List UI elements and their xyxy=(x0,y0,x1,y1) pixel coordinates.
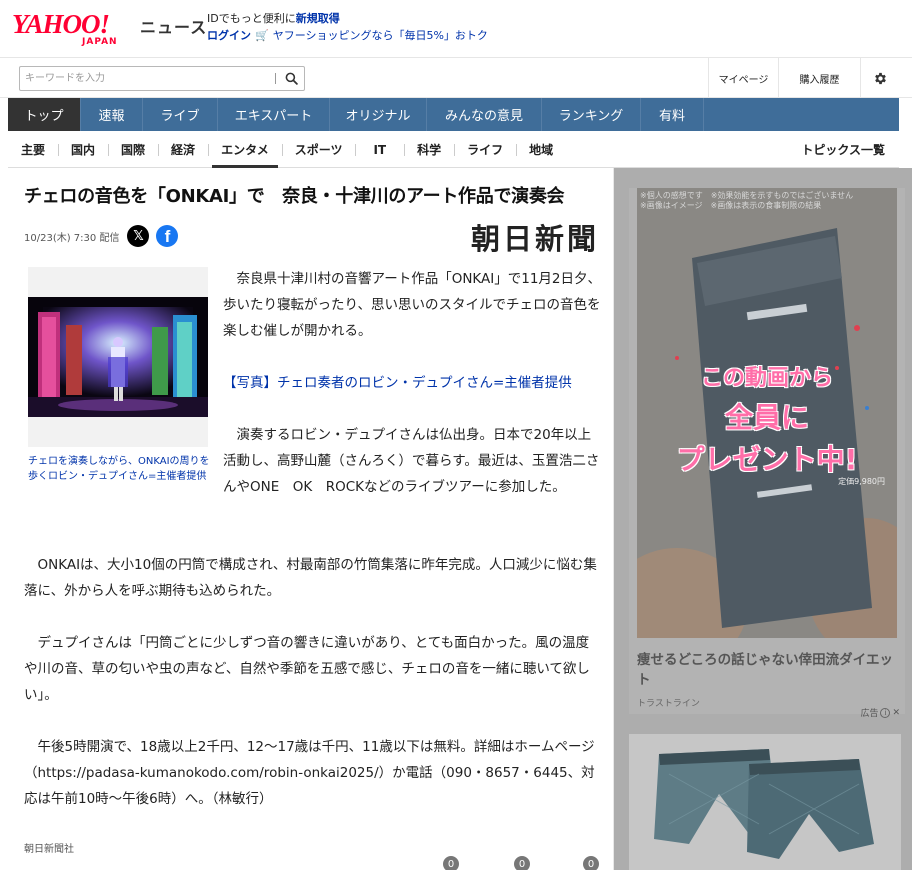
nav-ranking[interactable]: ランキング xyxy=(542,98,641,131)
nav-top[interactable]: トップ xyxy=(8,98,81,131)
article-meta: 10/23(木) 7:30 配信 𝕏 f xyxy=(24,223,179,249)
ad-label-text-1: 広告 xyxy=(860,709,879,719)
ad-close-icon: ✕ xyxy=(892,707,900,718)
logo-news-text[interactable]: ニュース xyxy=(140,14,207,38)
search-input[interactable] xyxy=(20,67,275,90)
x-share-icon[interactable]: 𝕏 xyxy=(127,225,150,247)
top-header: YAHOO! JAPAN ニュース IDでもっと便利に新規取得 ログイン 🛒 ヤ… xyxy=(0,0,912,58)
subnav-entertainment[interactable]: エンタメ xyxy=(208,131,282,168)
article: チェロの音色を「ONKAI」で 奈良・十津川のアート作品で演奏会 10/23(木… xyxy=(8,168,614,870)
subnav-economy[interactable]: 経済 xyxy=(158,131,208,168)
ad-title-1[interactable]: 痩せるどころの話じゃない倖田流ダイエット xyxy=(637,650,895,690)
topics-all-link[interactable]: トピックス一覧 xyxy=(801,131,885,168)
article-title: チェロの音色を「ONKAI」で 奈良・十津川のアート作品で演奏会 xyxy=(24,186,565,207)
logo-yahoo-text: YAHOO! xyxy=(12,9,110,39)
ad-headline-3: プレゼント中! xyxy=(676,443,858,476)
ad-price: 定価9,980円 xyxy=(838,477,885,486)
article-paragraph-1: 奈良県十津川村の音響アート作品「ONKAI」で11月2日夕、歩いたり寝転がったり… xyxy=(223,271,602,339)
nav-opinions[interactable]: みんなの意見 xyxy=(427,98,542,131)
article-paragraph-4: デュプイさんは「円筒ごとに少しずつ音の響きに違いがあり、とても面白かった。風の温… xyxy=(24,635,590,703)
promo-text: IDでもっと便利に xyxy=(207,12,296,25)
reaction-count-1[interactable]: 0 xyxy=(443,856,459,870)
register-link[interactable]: 新規取得 xyxy=(296,12,340,25)
ad-image-1[interactable]: ※個人の感想です ※効果効能を示すものではございません ※画像はイメージ ※画像… xyxy=(637,188,897,638)
subnav-domestic[interactable]: 国内 xyxy=(58,131,108,168)
article-paragraph-5: 午後5時開演で、18歳以上2千円、12～17歳は千円、11歳以下は無料。詳細はホ… xyxy=(24,739,595,807)
ad-sponsor-1[interactable]: トラストライン xyxy=(637,696,700,709)
ad-disclaimer-2: ※画像はイメージ ※画像は表示の食事制限の結果 xyxy=(640,201,822,210)
photo-link[interactable]: 【写真】チェロ奏者のロビン・デュプイさん=主催者提供 xyxy=(223,370,572,396)
shopping-promo-link[interactable]: ヤフーショッピングなら「毎日5%」おトク xyxy=(273,27,488,44)
article-photo[interactable] xyxy=(28,297,208,417)
subnav-it[interactable]: IT xyxy=(355,131,404,168)
search-divider xyxy=(275,73,276,84)
ad-column: ※個人の感想です ※効果効能を示すものではございません ※画像はイメージ ※画像… xyxy=(614,168,912,870)
mypage-link[interactable]: マイページ xyxy=(708,58,778,98)
nav-paid[interactable]: 有料 xyxy=(641,98,704,131)
purchase-history-link[interactable]: 購入履歴 xyxy=(778,58,860,98)
facebook-share-icon[interactable]: f xyxy=(156,225,179,247)
photo-caption-link[interactable]: チェロを演奏しながら、ONKAIの周りを歩くロビン・デュプイさん=主催者提供 xyxy=(28,454,213,484)
yahoo-logo[interactable]: YAHOO! JAPAN xyxy=(12,9,138,47)
promo-area: IDでもっと便利に新規取得 ログイン 🛒 ヤフーショッピングなら「毎日5%」おト… xyxy=(207,10,488,44)
nav-breaking[interactable]: 速報 xyxy=(81,98,143,131)
article-paragraph-2: 演奏するロビン・デュプイさんは仏出身。日本で20年以上活動し、高野山麓（さんろく… xyxy=(223,427,600,495)
nav-original[interactable]: オリジナル xyxy=(330,98,427,131)
subnav-sports[interactable]: スポーツ xyxy=(281,131,356,168)
logo-japan-text: JAPAN xyxy=(82,37,118,47)
subnav-region[interactable]: 地域 xyxy=(516,131,566,168)
ad-headline-1: この動画から xyxy=(700,366,833,391)
ad-unit-1[interactable]: ※個人の感想です ※効果効能を示すものではございません ※画像はイメージ ※画像… xyxy=(629,188,905,714)
publisher-logo[interactable]: 朝日新聞 xyxy=(471,216,599,258)
search-box xyxy=(19,66,305,91)
reaction-count-3[interactable]: 0 xyxy=(583,856,599,870)
subnav-main[interactable]: 主要 xyxy=(8,131,58,168)
photo-block[interactable] xyxy=(28,267,208,447)
subnav-life[interactable]: ライフ xyxy=(454,131,516,168)
search-icon xyxy=(285,72,298,85)
search-button[interactable] xyxy=(278,67,304,90)
article-date: 10/23(木) 7:30 xyxy=(24,232,97,244)
settings-button[interactable] xyxy=(860,58,900,98)
gear-icon xyxy=(875,72,886,84)
article-source: 朝日新聞社 xyxy=(24,844,74,855)
search-row: マイページ 購入履歴 xyxy=(0,58,912,98)
sub-nav: 主要 国内 国際 経済 エンタメ スポーツ IT 科学 ライフ 地域 トピックス… xyxy=(8,131,899,168)
reaction-count-2[interactable]: 0 xyxy=(514,856,530,870)
header-right-links: マイページ 購入履歴 xyxy=(708,58,900,98)
ad-headline-2: 全員に xyxy=(724,401,809,434)
ad-unit-2[interactable] xyxy=(629,734,901,870)
main-nav: トップ 速報 ライブ エキスパート オリジナル みんなの意見 ランキング 有料 xyxy=(8,98,899,131)
ad-info-icon: i xyxy=(880,707,891,718)
nav-expert[interactable]: エキスパート xyxy=(218,98,330,131)
article-paragraph-3: ONKAIは、大小10個の円筒で構成され、村最南部の竹筒集落に昨年完成。人口減少… xyxy=(24,557,597,599)
nav-live[interactable]: ライブ xyxy=(143,98,218,131)
subnav-international[interactable]: 国際 xyxy=(108,131,158,168)
cart-icon: 🛒 xyxy=(255,29,269,42)
login-link[interactable]: ログイン xyxy=(207,27,251,44)
subnav-science[interactable]: 科学 xyxy=(404,131,454,168)
article-delivered: 配信 xyxy=(99,232,120,244)
ad-label-1[interactable]: 広告 i ✕ xyxy=(860,706,900,719)
